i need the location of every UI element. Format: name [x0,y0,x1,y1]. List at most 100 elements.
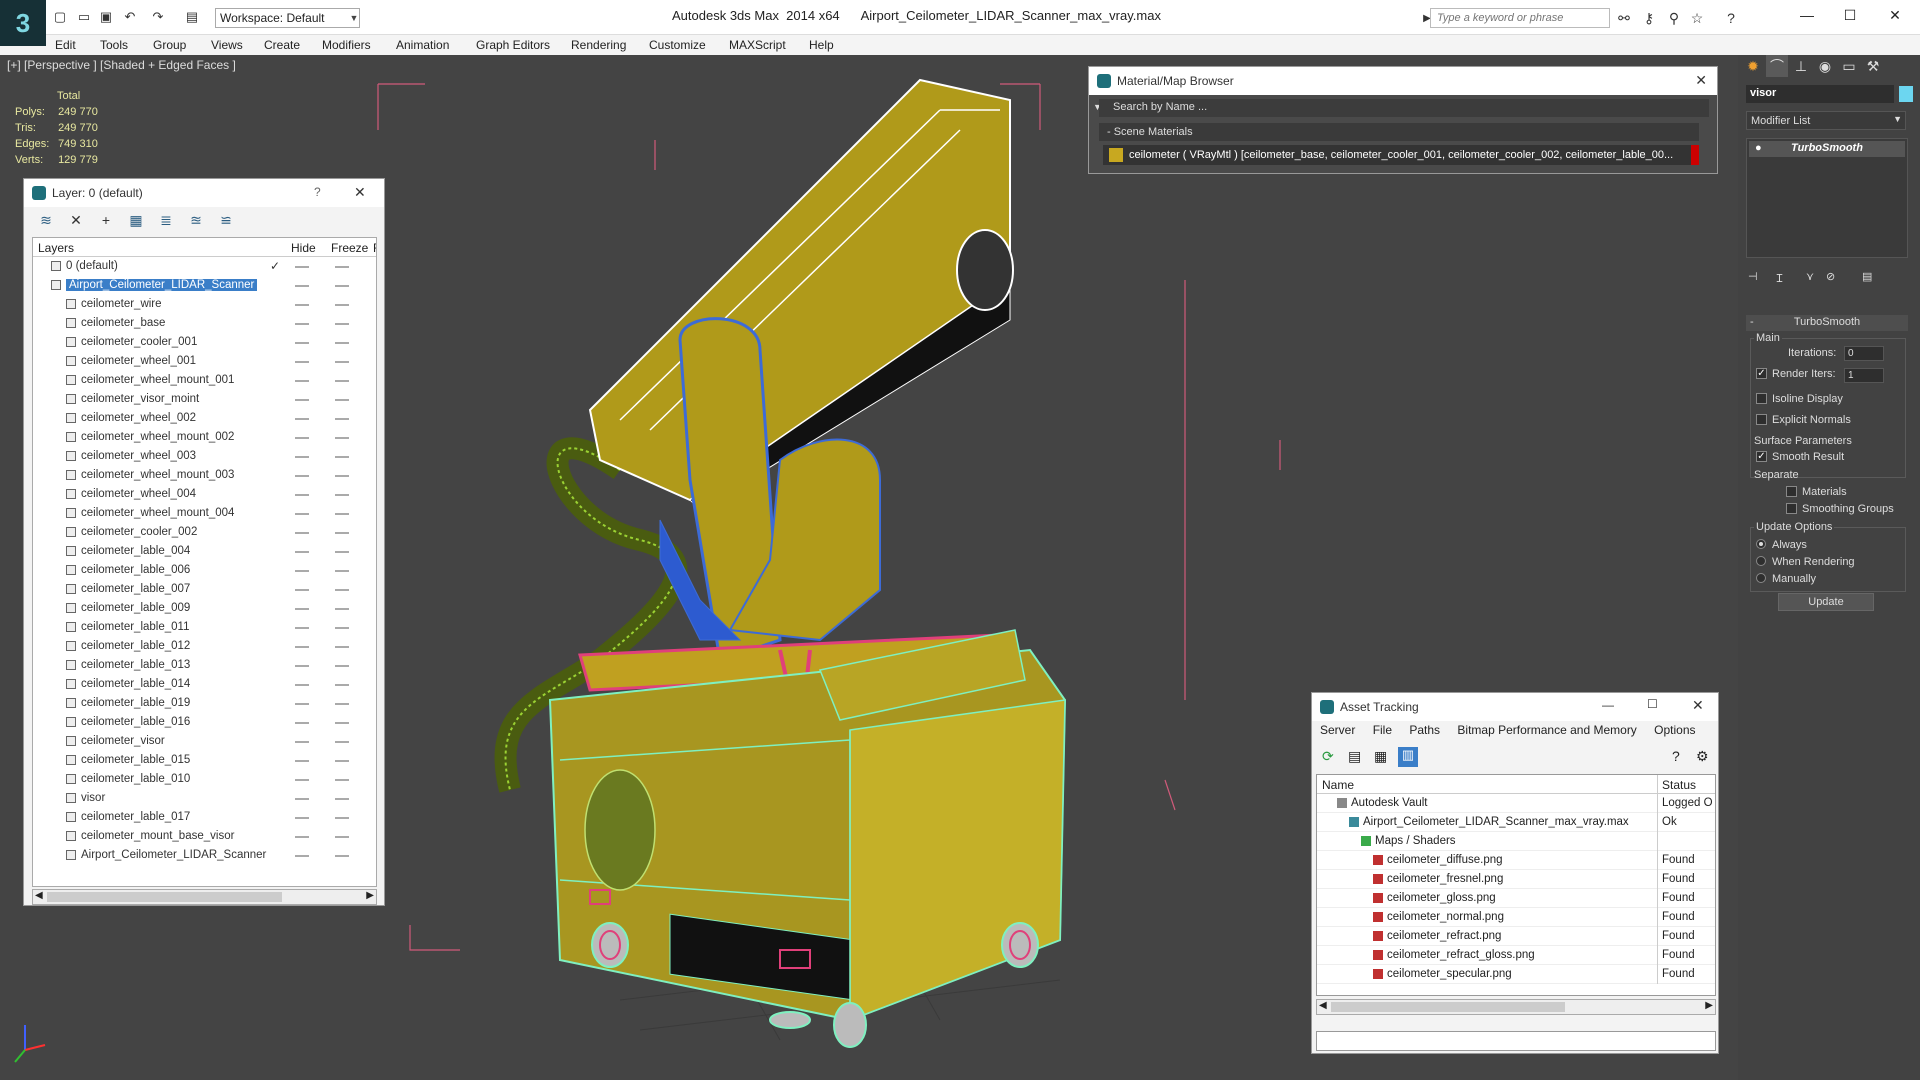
layer-row[interactable]: ceilometer_wheel_mount_002 [33,428,376,447]
col-freeze[interactable]: Freeze [331,241,368,255]
hide-toggle[interactable] [295,646,309,648]
col-layers[interactable]: Layers [38,241,74,255]
menu-create[interactable]: Create [264,38,300,52]
smoothing-groups-checkbox[interactable] [1786,503,1797,514]
close-button[interactable]: ✕ [1880,4,1910,26]
delete-layer-icon[interactable]: ✕ [66,211,86,229]
hide-toggle[interactable] [295,513,309,515]
freeze-toggle[interactable] [335,665,349,667]
freeze-toggle[interactable] [335,475,349,477]
list-view-icon[interactable]: ▤ [1348,748,1361,765]
hide-toggle[interactable] [295,836,309,838]
layer-row[interactable]: ceilometer_wheel_002 [33,409,376,428]
freeze-toggle[interactable] [335,608,349,610]
create-tab-icon[interactable]: ✹ [1742,55,1764,77]
hide-toggle[interactable] [295,532,309,534]
menu-edit[interactable]: Edit [55,38,76,52]
layer-row[interactable]: ceilometer_lable_013 [33,656,376,675]
freeze-toggle[interactable] [335,570,349,572]
hold-icon[interactable]: ▤ [184,9,200,25]
layer-panel-titlebar[interactable]: Layer: 0 (default) ? ✕ [24,179,384,207]
create-layer-icon[interactable]: ≋ [36,211,56,229]
hide-toggle[interactable] [295,817,309,819]
freeze-toggle[interactable] [335,646,349,648]
freeze-toggle[interactable] [335,836,349,838]
material-search-input[interactable]: Search by Name ... [1099,99,1709,117]
layer-row[interactable]: ceilometer_wheel_001 [33,352,376,371]
close-button[interactable]: ✕ [1692,697,1704,714]
layer-row[interactable]: ceilometer_cooler_002 [33,523,376,542]
freeze-toggle[interactable] [335,722,349,724]
layer-row[interactable]: ceilometer_lable_015 [33,751,376,770]
close-icon[interactable]: ✕ [1695,72,1707,89]
hide-toggle[interactable] [295,266,309,268]
layer-row[interactable]: Airport_Ceilometer_LIDAR_Scanner [33,846,376,865]
layer-row[interactable]: ceilometer_lable_014 [33,675,376,694]
add-to-layer-icon[interactable]: + [96,211,116,229]
freeze-toggle[interactable] [335,703,349,705]
freeze-toggle[interactable] [335,323,349,325]
freeze-toggle[interactable] [335,437,349,439]
app-logo-icon[interactable]: 3 [0,0,46,46]
asset-menu-bitmap-performance[interactable]: Bitmap Performance and Memory [1457,723,1636,737]
update-when-rendering-radio[interactable] [1756,556,1766,566]
redo-icon[interactable]: ↷ [150,9,166,25]
freeze-toggle[interactable] [335,513,349,515]
layer-row[interactable]: ceilometer_wheel_mount_003 [33,466,376,485]
hide-toggle[interactable] [295,703,309,705]
hide-toggle[interactable] [295,760,309,762]
layer-row[interactable]: ceilometer_visor [33,732,376,751]
hide-toggle[interactable] [295,494,309,496]
explicit-normals-checkbox[interactable] [1756,414,1767,425]
layer-row[interactable]: ceilometer_visor_moint [33,390,376,409]
hide-toggle[interactable] [295,589,309,591]
material-browser-titlebar[interactable]: Material/Map Browser ✕ [1089,67,1717,95]
hide-toggle[interactable] [295,608,309,610]
asset-row[interactable]: Autodesk Vault Logged O [1317,794,1715,813]
hide-toggle[interactable] [295,285,309,287]
close-icon[interactable]: ✕ [354,184,366,201]
asset-row[interactable]: ceilometer_specular.png Found [1317,965,1715,984]
hide-toggle[interactable] [295,570,309,572]
menu-animation[interactable]: Animation [396,38,449,52]
freeze-toggle[interactable] [335,494,349,496]
lightbulb-icon[interactable]: ● [1755,142,1762,154]
hide-toggle[interactable] [295,684,309,686]
freeze-toggle[interactable] [335,589,349,591]
configure-sets-icon[interactable]: ▤ [1862,270,1872,283]
freeze-toggle[interactable] [335,285,349,287]
highlight-layer-icon[interactable]: ≣ [156,211,176,229]
menu-group[interactable]: Group [153,38,186,52]
menu-modifiers[interactable]: Modifiers [322,38,371,52]
maximize-button[interactable]: ☐ [1647,697,1658,711]
hide-toggle[interactable] [295,475,309,477]
hide-toggle[interactable] [295,361,309,363]
freeze-toggle[interactable] [335,361,349,363]
layer-row[interactable]: ceilometer_lable_009 [33,599,376,618]
select-objects-icon[interactable]: ▦ [126,211,146,229]
menu-customize[interactable]: Customize [649,38,706,52]
object-color-swatch[interactable] [1899,86,1913,102]
col-name[interactable]: Name [1322,778,1354,792]
subscription-icon[interactable]: ⚲ [1665,9,1683,27]
hide-toggle[interactable] [295,665,309,667]
current-layer-check-icon[interactable]: ✓ [270,259,280,273]
render-iters-checkbox[interactable]: ✓ [1756,368,1767,379]
layer-row[interactable]: ceilometer_lable_007 [33,580,376,599]
chevron-down-icon[interactable]: ▼ [347,9,361,27]
utilities-tab-icon[interactable]: ⚒ [1862,55,1884,77]
layer-row[interactable]: ceilometer_wire [33,295,376,314]
remove-modifier-icon[interactable]: ⊘ [1826,270,1835,283]
layer-row[interactable]: ceilometer_wheel_mount_004 [33,504,376,523]
menu-help[interactable]: Help [809,38,834,52]
display-tab-icon[interactable]: ▭ [1838,55,1860,77]
asset-row[interactable]: ceilometer_gloss.png Found [1317,889,1715,908]
workspace-dropdown[interactable]: Workspace: Default [215,8,360,28]
layer-row[interactable]: ceilometer_wheel_mount_001 [33,371,376,390]
minimize-button[interactable]: — [1792,4,1822,26]
layer-row[interactable]: ceilometer_lable_006 [33,561,376,580]
freeze-toggle[interactable] [335,342,349,344]
layer-row[interactable]: ceilometer_wheel_003 [33,447,376,466]
asset-path-field[interactable] [1316,1031,1716,1051]
asset-menu-options[interactable]: Options [1654,723,1695,737]
